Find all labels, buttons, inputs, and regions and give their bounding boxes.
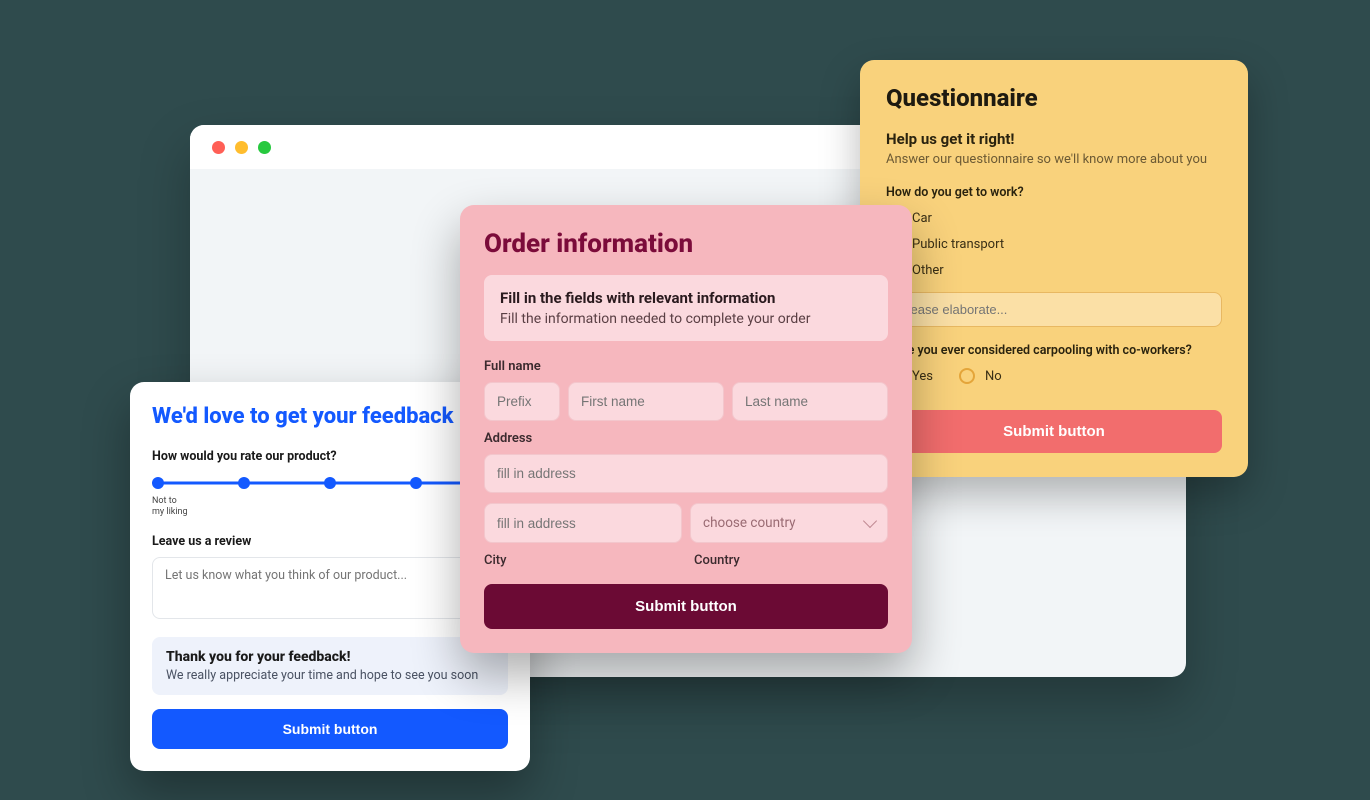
last-name-input[interactable]: [732, 382, 888, 421]
feedback-submit-button[interactable]: Submit button: [152, 709, 508, 749]
feedback-title: We'd love to get your feedback: [152, 404, 508, 429]
window-minimize-dot[interactable]: [235, 141, 248, 154]
questionnaire-subtext: Answer our questionnaire so we'll know m…: [886, 152, 1222, 167]
questionnaire-submit-button[interactable]: Submit button: [886, 410, 1222, 453]
q1-option-label: Other: [912, 263, 944, 278]
slider-tick-4[interactable]: [410, 477, 422, 489]
country-select-label: choose country: [703, 515, 796, 531]
questionnaire-card: Questionnaire Help us get it right! Answ…: [860, 60, 1248, 477]
review-textarea[interactable]: [152, 557, 508, 619]
elaborate-input[interactable]: [886, 292, 1222, 327]
city-input[interactable]: [484, 503, 682, 543]
q1-option-car[interactable]: Car: [886, 210, 1222, 226]
order-submit-button[interactable]: Submit button: [484, 584, 888, 629]
q2-option-label: No: [985, 369, 1002, 384]
order-info-box: Fill in the fields with relevant informa…: [484, 275, 888, 341]
review-label: Leave us a review: [152, 534, 508, 549]
questionnaire-subtitle: Help us get it right!: [886, 130, 1222, 148]
prefix-input[interactable]: [484, 382, 560, 421]
address-label: Address: [484, 431, 888, 446]
q1-option-label: Public transport: [912, 237, 1004, 252]
thank-you-box: Thank you for your feedback! We really a…: [152, 637, 508, 695]
q1-option-label: Car: [912, 211, 932, 226]
slider-legend-low: Not to my liking: [152, 496, 508, 518]
window-maximize-dot[interactable]: [258, 141, 271, 154]
slider-tick-1[interactable]: [152, 477, 164, 489]
country-select[interactable]: choose country: [690, 503, 888, 543]
q2-radio-no[interactable]: [959, 368, 975, 384]
questionnaire-title: Questionnaire: [886, 84, 1222, 112]
rating-slider[interactable]: [152, 476, 508, 490]
q1-option-public-transport[interactable]: Public transport: [886, 236, 1222, 252]
window-close-dot[interactable]: [212, 141, 225, 154]
q2-label: Have you ever considered carpooling with…: [886, 343, 1222, 358]
slider-tick-3[interactable]: [324, 477, 336, 489]
address-input-1[interactable]: [484, 454, 888, 493]
order-info-text: Fill the information needed to complete …: [500, 311, 872, 327]
slider-tick-2[interactable]: [238, 477, 250, 489]
order-title: Order information: [484, 229, 888, 259]
q1-label: How do you get to work?: [886, 185, 1222, 200]
first-name-input[interactable]: [568, 382, 724, 421]
country-label: Country: [694, 553, 740, 568]
q2-option-label: Yes: [912, 369, 933, 384]
q2-option-no[interactable]: No: [959, 368, 1002, 384]
q1-option-other[interactable]: Other: [886, 262, 1222, 278]
order-info-header: Fill in the fields with relevant informa…: [500, 289, 872, 307]
fullname-label: Full name: [484, 359, 888, 374]
order-card: Order information Fill in the fields wit…: [460, 205, 912, 653]
thank-you-header: Thank you for your feedback!: [166, 649, 494, 665]
thank-you-text: We really appreciate your time and hope …: [166, 668, 494, 683]
rate-label: How would you rate our product?: [152, 449, 508, 464]
city-label: City: [484, 553, 686, 568]
chevron-down-icon: [863, 514, 877, 528]
